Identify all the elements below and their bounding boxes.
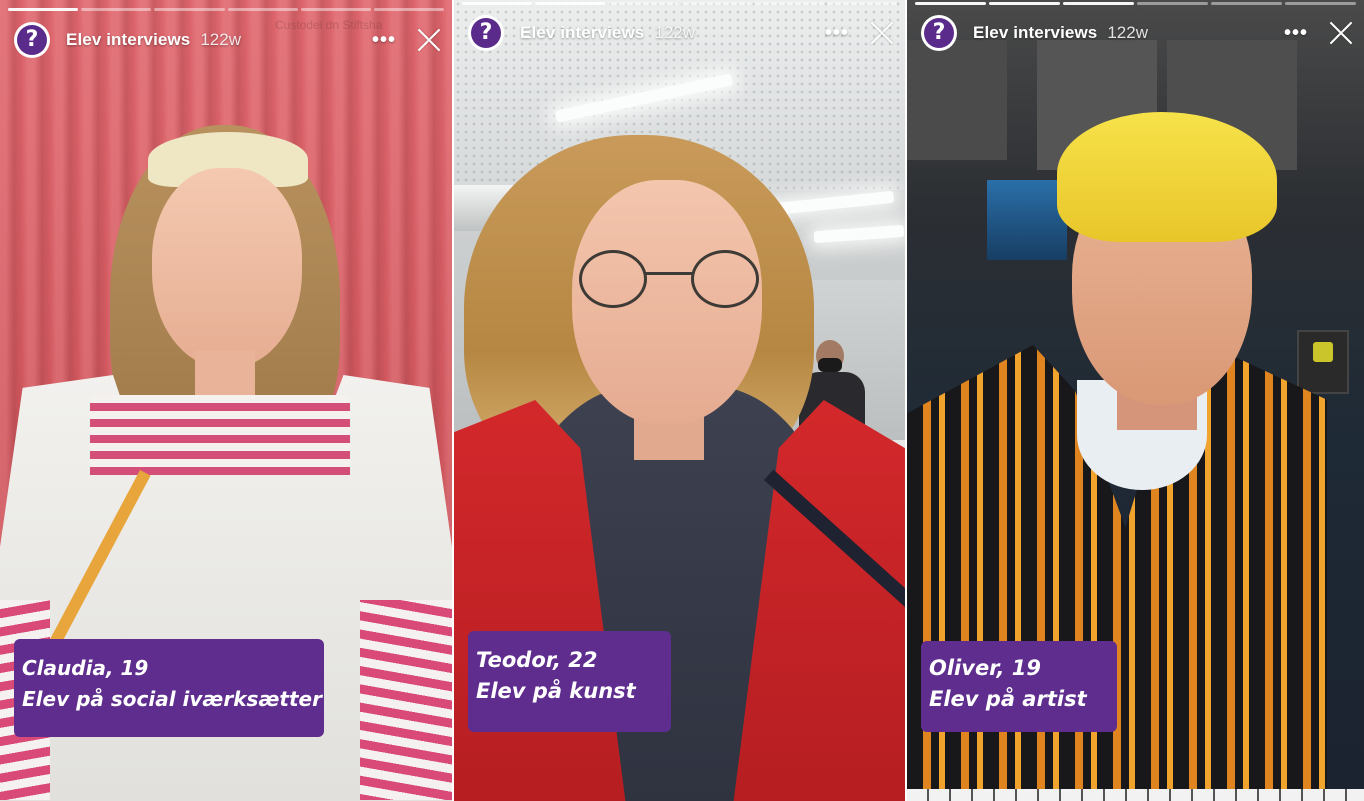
caption-box: Oliver, 19 Elev på artist: [921, 641, 1117, 732]
question-mark-avatar-icon[interactable]: ?: [468, 15, 504, 51]
story-header: ? Elev interviews 122w •••: [468, 13, 895, 53]
story-claudia[interactable]: Custodei dn Stiftsha ? Elev interviews 1…: [0, 0, 452, 801]
striped-shirt: [90, 395, 350, 475]
avatar-glyph: ?: [471, 18, 501, 48]
close-icon[interactable]: [869, 20, 895, 46]
story-header: ? Elev interviews 122w •••: [921, 13, 1354, 53]
story-oliver[interactable]: ? Elev interviews 122w ••• Oliver, 19 El…: [907, 0, 1364, 801]
avatar-glyph: ?: [924, 18, 954, 48]
more-options-icon[interactable]: •••: [372, 30, 396, 50]
progress-segment: [81, 8, 152, 11]
progress-segment: [154, 8, 225, 11]
window: [987, 180, 1067, 260]
caption-box: Claudia, 19 Elev på social iværksætter: [14, 639, 324, 737]
progress-segment: [373, 8, 445, 11]
stories-grid: Custodei dn Stiftsha ? Elev interviews 1…: [0, 0, 1364, 801]
post-age: 122w: [200, 30, 241, 49]
face-mask: [818, 358, 842, 372]
progress-segment: [915, 2, 986, 5]
story-progress-bar: [915, 2, 1356, 5]
story-header: ? Elev interviews 122w •••: [14, 20, 442, 60]
question-mark-avatar-icon[interactable]: ?: [921, 15, 957, 51]
progress-segment: [535, 2, 605, 5]
close-icon[interactable]: [416, 27, 442, 53]
caption-name-age: Oliver, 19: [929, 656, 1041, 680]
yellow-hair: [1057, 112, 1277, 242]
wall-panel: [907, 40, 1007, 160]
post-age: 122w: [654, 23, 695, 42]
progress-segment: [8, 8, 79, 11]
account-name[interactable]: Elev interviews: [520, 23, 644, 43]
caption-name-age: Claudia, 19: [22, 656, 149, 680]
progress-segment: [1211, 2, 1282, 5]
glasses-bridge: [645, 272, 693, 275]
door-sign: [1297, 330, 1349, 394]
progress-segment: [300, 8, 371, 11]
progress-segment: [989, 2, 1060, 5]
close-icon[interactable]: [1328, 20, 1354, 46]
more-options-icon[interactable]: •••: [825, 23, 849, 43]
story-progress-bar: [8, 8, 445, 11]
round-glasses: [579, 250, 759, 310]
story-progress-bar: [462, 2, 897, 5]
story-teodor[interactable]: ? Elev interviews 122w ••• Teodor, 22 El…: [454, 0, 905, 801]
progress-segment: [1063, 2, 1134, 5]
door-sign-symbol: [1313, 342, 1333, 362]
progress-segment: [227, 8, 298, 11]
progress-segment: [754, 2, 824, 5]
progress-segment: [827, 2, 897, 5]
face: [152, 168, 302, 368]
progress-segment: [462, 2, 532, 5]
question-mark-avatar-icon[interactable]: ?: [14, 22, 50, 58]
avatar-glyph: ?: [17, 25, 47, 55]
caption-program: Elev på artist: [929, 687, 1087, 711]
progress-segment: [1285, 2, 1356, 5]
glasses-lens-left: [579, 250, 647, 308]
account-name[interactable]: Elev interviews: [973, 23, 1097, 43]
glasses-lens-right: [691, 250, 759, 308]
caption-box: Teodor, 22 Elev på kunst: [468, 631, 671, 732]
caption-program: Elev på social iværksætter: [22, 687, 322, 711]
caption-name-age: Teodor, 22: [476, 648, 598, 672]
account-name[interactable]: Elev interviews: [66, 30, 190, 50]
progress-segment: [1137, 2, 1208, 5]
caption-program: Elev på kunst: [476, 679, 636, 703]
post-age: 122w: [1107, 23, 1148, 42]
striped-sleeve-right: [360, 600, 452, 800]
progress-segment: [608, 2, 678, 5]
progress-segment: [681, 2, 751, 5]
more-options-icon[interactable]: •••: [1284, 23, 1308, 43]
piano-keys: [907, 789, 1364, 801]
